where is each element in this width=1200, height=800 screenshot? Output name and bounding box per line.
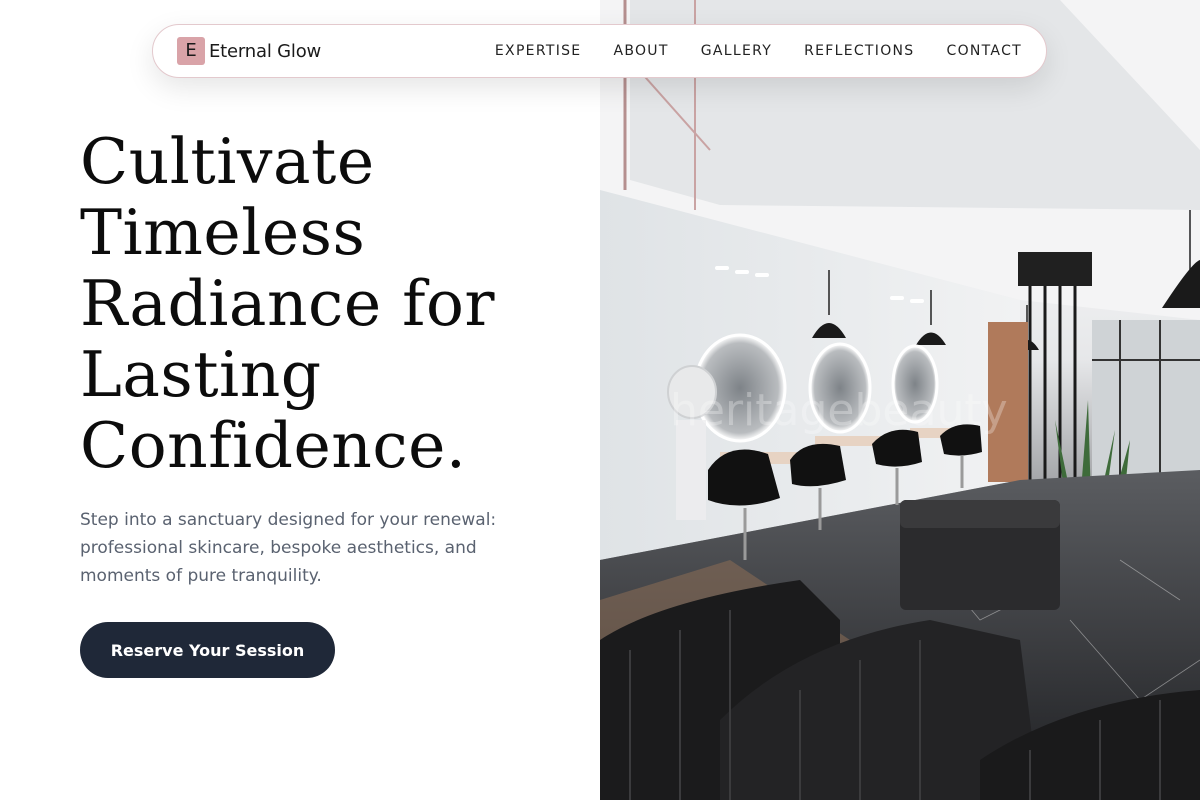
nav-link-expertise[interactable]: EXPERTISE [495,43,582,59]
hero-headline-line: Lasting [80,338,322,411]
hero-headline-line: Radiance for [80,267,496,340]
hero-headline-line: Timeless [80,196,366,269]
nav-link-gallery[interactable]: GALLERY [701,43,772,59]
nav-links: EXPERTISE ABOUT GALLERY REFLECTIONS CONT… [495,43,1022,59]
hero-headline-line: Confidence. [80,409,467,482]
reserve-session-button[interactable]: Reserve Your Session [80,622,335,678]
salon-interior-image: heritagebeauty [600,0,1200,800]
top-navbar: E Eternal Glow EXPERTISE ABOUT GALLERY R… [152,24,1047,78]
brand-name: Eternal Glow [209,40,322,62]
brand-logo-link[interactable]: E Eternal Glow [177,37,321,65]
brand-logo-icon: E [177,37,205,65]
nav-link-contact[interactable]: CONTACT [947,43,1023,59]
svg-text:heritagebeauty: heritagebeauty [670,385,1008,436]
hero-headline: Cultivate Timeless Radiance for Lasting … [80,126,580,481]
landing-page: heritagebeauty E Eternal Glow EXPERTISE … [0,0,1200,800]
nav-link-reflections[interactable]: REFLECTIONS [804,43,914,59]
hero-subtitle: Step into a sanctuary designed for your … [80,510,497,586]
hero-headline-line: Cultivate [80,125,375,198]
nav-link-about[interactable]: ABOUT [613,43,668,59]
